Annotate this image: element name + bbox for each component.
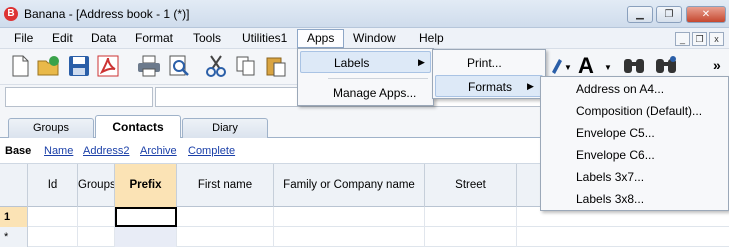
formats-submenu: Address on A4... Composition (Default)..… — [540, 76, 729, 211]
pdf-icon[interactable] — [96, 54, 120, 78]
tab-groups[interactable]: Groups — [8, 118, 94, 138]
menu-item-envelope-c5[interactable]: Envelope C5... — [543, 122, 726, 144]
submenu-arrow-icon: ▶ — [527, 81, 534, 91]
menu-item-print[interactable]: Print... — [435, 52, 543, 74]
window-title: Banana - [Address book - 1 (*)] — [24, 7, 190, 21]
column-header-groups[interactable]: Groups — [78, 164, 115, 207]
menu-item-envelope-c6[interactable]: Envelope C6... — [543, 144, 726, 166]
table-cell[interactable] — [78, 207, 115, 227]
menu-tools[interactable]: Tools — [191, 30, 223, 47]
menu-item-labels[interactable]: Labels — [300, 51, 431, 73]
table-cell[interactable] — [177, 227, 274, 247]
save-icon[interactable] — [67, 54, 91, 78]
menu-data[interactable]: Data — [89, 30, 118, 47]
column-header-street[interactable]: Street — [425, 164, 517, 207]
paste-icon[interactable] — [264, 54, 288, 78]
table-cell[interactable] — [274, 227, 425, 247]
close-button[interactable]: ✕ — [686, 6, 726, 23]
table-cell[interactable] — [28, 207, 78, 227]
tab-contacts[interactable]: Contacts — [95, 115, 181, 139]
row-header-corner[interactable] — [0, 164, 28, 207]
row-number[interactable]: 1 — [0, 207, 28, 227]
row-number[interactable]: * — [0, 227, 28, 247]
apps-menu: Labels ▶ Manage Apps... — [297, 48, 434, 106]
new-file-icon[interactable] — [8, 54, 32, 78]
document-minimize-button[interactable]: _ — [675, 32, 690, 46]
title-bar: B Banana - [Address book - 1 (*)] ▁ ❐ ✕ — [0, 0, 729, 28]
cut-icon[interactable] — [204, 54, 228, 78]
current-cell[interactable] — [115, 207, 177, 227]
menu-utilities1[interactable]: Utilities1 — [240, 30, 289, 47]
chevron-down-icon[interactable]: ▼ — [564, 63, 572, 72]
menu-help[interactable]: Help — [417, 30, 446, 47]
view-link-name[interactable]: Name — [44, 145, 73, 157]
view-link-address2[interactable]: Address2 — [83, 145, 129, 157]
chevron-down-icon[interactable]: ▼ — [604, 63, 612, 72]
toolbar-overflow-button[interactable]: » — [713, 57, 721, 73]
menu-item-composition[interactable]: Composition (Default)... — [543, 100, 726, 122]
table-cell[interactable] — [115, 227, 177, 247]
table-cell[interactable] — [425, 207, 517, 227]
menu-window[interactable]: Window — [351, 30, 398, 47]
menu-bar: File Edit Data Format Tools Utilities1 A… — [0, 28, 729, 49]
print-preview-icon[interactable] — [167, 54, 191, 78]
menu-apps[interactable]: Apps — [297, 29, 345, 48]
column-header-id[interactable]: Id — [28, 164, 78, 207]
restore-button[interactable]: ❐ — [656, 6, 682, 23]
menu-edit[interactable]: Edit — [50, 30, 75, 47]
table-cell[interactable] — [177, 207, 274, 227]
table-cell[interactable] — [78, 227, 115, 247]
menu-item-labels-3x7[interactable]: Labels 3x7... — [543, 166, 726, 188]
column-header-family-name[interactable]: Family or Company name — [274, 164, 425, 207]
menu-item-address-a4[interactable]: Address on A4... — [543, 78, 726, 100]
find-icon[interactable] — [622, 54, 646, 78]
cell-reference-field[interactable] — [5, 87, 153, 107]
document-close-button[interactable]: x — [709, 32, 724, 46]
open-folder-icon[interactable] — [37, 54, 61, 78]
document-restore-button[interactable]: ❐ — [692, 32, 707, 46]
print-icon[interactable] — [137, 54, 161, 78]
minimize-button[interactable]: ▁ — [627, 6, 653, 23]
view-link-complete[interactable]: Complete — [188, 145, 235, 157]
menu-item-manage-apps[interactable]: Manage Apps... — [300, 82, 431, 104]
menu-separator — [328, 78, 428, 79]
table-cell[interactable] — [28, 227, 78, 247]
table-cell[interactable] — [425, 227, 517, 247]
submenu-arrow-icon: ▶ — [418, 57, 425, 67]
banana-logo-icon: B — [4, 7, 18, 21]
menu-format[interactable]: Format — [133, 30, 175, 47]
table-row: * — [0, 227, 729, 247]
column-header-first-name[interactable]: First name — [177, 164, 274, 207]
app-window: B Banana - [Address book - 1 (*)] ▁ ❐ ✕ … — [0, 0, 729, 248]
tab-diary[interactable]: Diary — [182, 118, 268, 138]
column-header-prefix[interactable]: Prefix — [115, 164, 177, 207]
menu-item-labels-3x8[interactable]: Labels 3x8... — [543, 188, 726, 210]
current-view-label: Base — [5, 145, 32, 157]
find-replace-icon[interactable] — [654, 54, 678, 78]
copy-icon[interactable] — [234, 54, 258, 78]
menu-file[interactable]: File — [12, 30, 35, 47]
table-cell[interactable] — [274, 207, 425, 227]
labels-submenu: Print... Formats ▶ — [432, 49, 546, 99]
view-link-archive[interactable]: Archive — [140, 145, 177, 157]
